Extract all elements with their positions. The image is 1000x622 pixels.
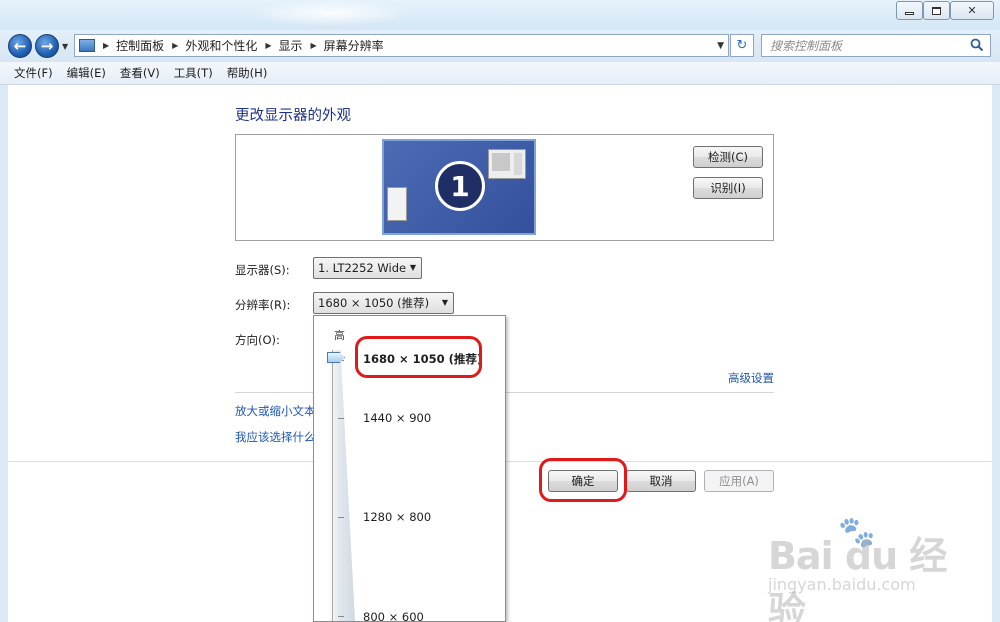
- refresh-button[interactable]: ↻: [730, 34, 754, 57]
- breadcrumb-screen-resolution[interactable]: 屏幕分辨率: [324, 37, 384, 54]
- slider-high-label: 高: [334, 329, 345, 342]
- cancel-button[interactable]: 取消: [626, 470, 696, 492]
- breadcrumb-arrow-icon[interactable]: ▶: [311, 41, 317, 50]
- orientation-label: 方向(O):: [235, 333, 280, 347]
- monitor-preview-panel: 1 检测(C) 识别(I): [235, 134, 774, 241]
- resolution-select[interactable]: 1680 × 1050 (推荐) ▼: [313, 292, 454, 314]
- resolution-label: 分辨率(R):: [235, 298, 291, 312]
- baidu-watermark: 🐾 Bai du 经验 jingyan.baidu.com: [760, 515, 960, 622]
- computer-tower-icon: [387, 187, 407, 221]
- maximize-button[interactable]: [923, 1, 950, 20]
- chevron-down-icon: ▼: [441, 298, 448, 307]
- slider-tick: [338, 517, 344, 518]
- window-illustration-icon: [488, 149, 526, 179]
- chevron-down-icon: ▼: [409, 263, 416, 272]
- slider-tick: [338, 616, 344, 617]
- breadcrumb-appearance[interactable]: 外观和个性化: [185, 37, 257, 54]
- title-bar: ✕: [0, 0, 1000, 32]
- breadcrumb-arrow-icon[interactable]: ▶: [103, 41, 109, 50]
- resolution-option-1440x900[interactable]: 1440 × 900: [363, 411, 431, 425]
- resolution-select-value: 1680 × 1050 (推荐): [318, 296, 430, 310]
- refresh-icon: ↻: [736, 38, 748, 53]
- text-size-link[interactable]: 放大或缩小文本: [235, 403, 316, 419]
- search-box[interactable]: [761, 34, 991, 57]
- window-border-right: [992, 85, 1000, 622]
- forward-button[interactable]: →: [35, 34, 59, 58]
- resolution-option-800x600[interactable]: 800 × 600: [363, 610, 424, 621]
- breadcrumb-control-panel[interactable]: 控制面板: [116, 37, 164, 54]
- forward-arrow-icon: →: [40, 37, 54, 55]
- menu-bar: 文件(F) 编辑(E) 查看(V) 工具(T) 帮助(H): [0, 62, 1000, 85]
- highlight-ok-button: [539, 458, 627, 502]
- watermark-logo: Bai du 经验: [768, 534, 947, 622]
- advanced-settings-link[interactable]: 高级设置: [728, 370, 774, 386]
- window-controls: ✕: [896, 1, 994, 20]
- resolution-slider-thumb[interactable]: [327, 352, 345, 363]
- breadcrumb-arrow-icon[interactable]: ▶: [265, 41, 271, 50]
- resolution-option-1280x800[interactable]: 1280 × 800: [363, 510, 431, 524]
- window-border-left: [0, 85, 8, 622]
- menu-edit[interactable]: 编辑(E): [67, 65, 106, 81]
- search-input[interactable]: [770, 38, 960, 53]
- watermark-url: jingyan.baidu.com: [768, 575, 916, 594]
- monitor-1-thumbnail[interactable]: 1: [382, 139, 536, 235]
- minimize-icon: [905, 12, 914, 15]
- display-select[interactable]: 1. LT2252 Wide ▼: [313, 257, 422, 279]
- back-arrow-icon: ←: [13, 37, 27, 55]
- display-label: 显示器(S):: [235, 263, 290, 277]
- navigation-bar: ← → ▼ ▶ 控制面板 ▶ 外观和个性化 ▶ 显示 ▶ 屏幕分辨率 ▼ ↻: [0, 30, 1000, 62]
- menu-view[interactable]: 查看(V): [120, 65, 160, 81]
- which-settings-link[interactable]: 我应该选择什么: [235, 429, 316, 445]
- search-icon[interactable]: [970, 38, 984, 52]
- breadcrumb-arrow-icon[interactable]: ▶: [172, 41, 178, 50]
- breadcrumb-display[interactable]: 显示: [279, 37, 303, 54]
- address-bar[interactable]: ▶ 控制面板 ▶ 外观和个性化 ▶ 显示 ▶ 屏幕分辨率 ▼: [74, 34, 729, 57]
- monitor-number-badge: 1: [435, 161, 485, 211]
- slider-tick: [338, 418, 344, 419]
- detect-button[interactable]: 检测(C): [693, 146, 763, 168]
- slider-rail: [332, 350, 333, 621]
- menu-file[interactable]: 文件(F): [14, 65, 53, 81]
- minimize-button[interactable]: [896, 1, 923, 20]
- highlight-selected-resolution: [355, 336, 482, 378]
- apply-button[interactable]: 应用(A): [704, 470, 774, 492]
- recent-pages-dropdown-icon[interactable]: ▼: [62, 42, 68, 51]
- menu-help[interactable]: 帮助(H): [227, 65, 268, 81]
- identify-button[interactable]: 识别(I): [693, 177, 763, 199]
- display-select-value: 1. LT2252 Wide: [318, 261, 407, 275]
- back-button[interactable]: ←: [8, 34, 32, 58]
- control-panel-icon: [79, 39, 95, 52]
- close-icon: ✕: [967, 4, 977, 17]
- address-dropdown-icon[interactable]: ▼: [717, 41, 724, 51]
- close-button[interactable]: ✕: [950, 1, 994, 20]
- page-title: 更改显示器的外观: [235, 108, 351, 124]
- menu-tools[interactable]: 工具(T): [174, 65, 213, 81]
- title-glow: [250, 0, 410, 26]
- maximize-icon: [932, 6, 941, 15]
